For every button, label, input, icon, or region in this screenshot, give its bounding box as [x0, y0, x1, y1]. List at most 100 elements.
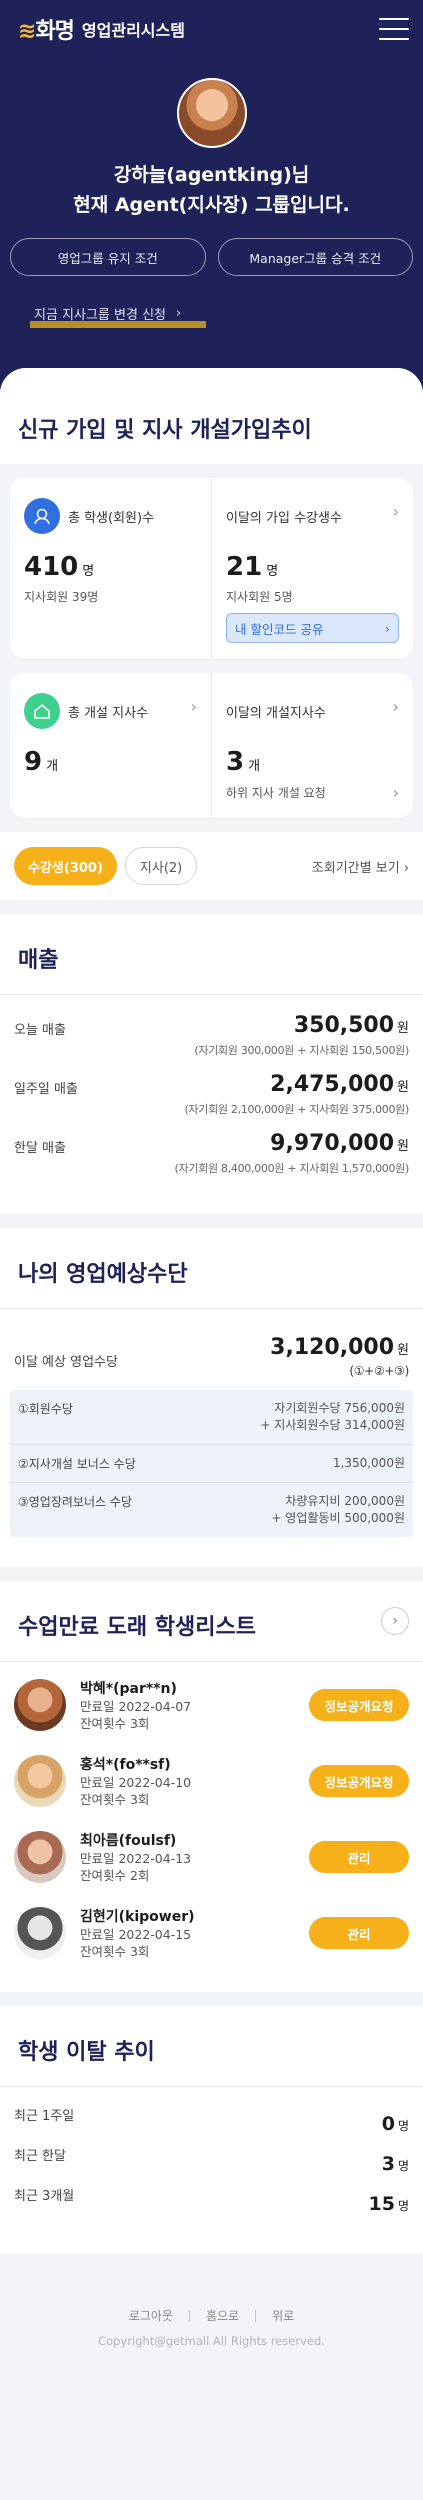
students-list: 박혜*(par**n) 만료일 2022-04-07 잔여횟수 3회 정보공개요…: [0, 1662, 423, 1992]
condition-buttons: 영업그룹 유지 조건 Manager그룹 승격 조건: [0, 238, 423, 276]
month-branch-value: 3: [226, 747, 245, 777]
filter-branch-pill[interactable]: 지사(2): [124, 847, 198, 885]
student-remain: 잔여횟수 2회: [80, 1868, 150, 1883]
total-students-value: 410: [24, 552, 79, 582]
share-code-label: 내 할인코드 공유: [235, 621, 324, 637]
filter-bar: 수강생(300) 지사(2) 조회기간별 보기 ›: [0, 832, 423, 900]
chevron-right-icon: ›: [190, 697, 197, 716]
total-students: 총 학생(회원)수 410 명 지사회원 39명: [10, 478, 211, 659]
student-name: 박혜*(par**n): [80, 1681, 177, 1697]
forecast-item: ③영업장려보너스 수당 차량유지비 200,000원 + 영업활동비 500,00…: [10, 1482, 413, 1537]
month-join-sub: 지사회원 5명: [226, 590, 293, 604]
churn-section: 학생 이탈 추이 최근 1주일 0명 최근 한달 3명 최근 3개월 15 명: [0, 2006, 423, 2253]
menu-icon[interactable]: [379, 18, 409, 40]
student-name: 홍석*(fo**sf): [80, 1757, 171, 1773]
total-students-label: 총 학생(회원)수: [68, 510, 155, 526]
churn-row: 최근 3개월 15 명: [0, 2185, 423, 2225]
signup-title: 신규 가입 및 지사 개설가입추이: [0, 368, 423, 464]
unit: 개: [46, 759, 59, 774]
stats-wrap: 총 학생(회원)수 410 명 지사회원 39명 이달의 가입 수강생수 › 21…: [0, 464, 423, 818]
branch-request-label: 하위 지사 개설 요청: [226, 786, 326, 800]
filter-students-pill[interactable]: 수강생(300): [14, 847, 117, 885]
total-students-sub: 지사회원 39명: [24, 590, 99, 604]
chevron-right-icon: ›: [392, 1613, 398, 1629]
list-item: 박혜*(par**n) 만료일 2022-04-07 잔여횟수 3회 정보공개요…: [14, 1678, 409, 1732]
home-link[interactable]: 홈으로: [206, 2307, 239, 2324]
sales-breakdown: (자기회원 300,000원 + 지사회원 150,500원): [194, 1044, 409, 1057]
unit: 명: [266, 564, 279, 579]
forecast-item: ②지사개설 보너스 수당 1,350,000원: [10, 1444, 413, 1482]
branch-request-link[interactable]: 하위 지사 개설 요청 ›: [226, 783, 399, 802]
logo[interactable]: ≋화명 영업관리시스템: [18, 13, 185, 45]
forecast-amount: 3,120,000: [270, 1335, 395, 1360]
churn-value: 0: [381, 2113, 395, 2135]
list-item: 최아름(foulsf) 만료일 2022-04-13 잔여횟수 2회 관리: [14, 1830, 409, 1884]
student-expire: 만료일 2022-04-15: [80, 1927, 192, 1942]
logout-link[interactable]: 로그아웃: [129, 2307, 173, 2324]
chevron-right-icon: ›: [176, 306, 182, 321]
avatar: [14, 1907, 66, 1959]
manage-button[interactable]: 관리: [309, 1841, 409, 1873]
share-code-button[interactable]: 내 할인코드 공유 ›: [226, 613, 399, 643]
unit: 명: [82, 564, 95, 579]
sales-amount: 350,500: [293, 1013, 395, 1038]
forecast-summary: 이달 예상 영업수당 3,120,000 원 (①+②+③): [0, 1309, 423, 1390]
students-card: 총 학생(회원)수 410 명 지사회원 39명 이달의 가입 수강생수 › 21…: [10, 478, 413, 659]
month-branch[interactable]: 이달의 개설지사수 › 3개 하위 지사 개설 요청 ›: [211, 673, 413, 818]
total-branch-value: 9: [24, 747, 43, 777]
forecast-formula: (①+②+③): [349, 1364, 409, 1378]
chevron-right-icon: ›: [392, 697, 399, 716]
unit: 명: [397, 2159, 409, 2173]
list-item: 김현기(kipower) 만료일 2022-04-15 잔여횟수 3회 관리: [14, 1906, 409, 1960]
unit: 개: [248, 759, 261, 774]
info-request-button[interactable]: 정보공개요청: [309, 1689, 409, 1721]
logo-text: 영업관리시스템: [81, 21, 185, 40]
avatar: [176, 78, 247, 148]
profile: 강하늘(agentking)님 현재 Agent(지사장) 그룹입니다.: [0, 78, 423, 220]
manager-condition-button[interactable]: Manager그룹 승격 조건: [217, 238, 413, 276]
unit: 원: [397, 1021, 409, 1036]
total-branch[interactable]: 총 개설 지사수 › 9개: [10, 673, 211, 818]
forecast-title: 나의 영업예상수단: [18, 1262, 188, 1287]
keep-condition-button[interactable]: 영업그룹 유지 조건: [10, 238, 206, 276]
forecast-item-value: + 영업활동비 500,000원: [271, 1511, 405, 1525]
students-title: 수업만료 도래 학생리스트: [18, 1615, 256, 1640]
churn-label: 최근 3개월: [14, 2189, 75, 2204]
footer: 로그아웃 홈으로 위로 Copyright@getmall All Rights…: [0, 2267, 423, 2378]
month-branch-label: 이달의 개설지사수: [226, 705, 326, 721]
unit: 원: [397, 1343, 409, 1358]
unit: 명: [397, 2199, 409, 2213]
forecast-item: ①회원수당 자기회원수당 756,000원 + 지사회원수당 314,000원: [10, 1390, 413, 1444]
sales-row: 오늘 매출 350,500 원 (자기회원 300,000원 + 지사회원 150…: [0, 1013, 423, 1072]
period-view-link[interactable]: 조회기간별 보기 ›: [312, 857, 409, 876]
student-expire: 만료일 2022-04-13: [80, 1851, 192, 1866]
churn-row: 최근 1주일 0명: [0, 2105, 423, 2145]
chevron-right-icon: ›: [392, 783, 399, 802]
churn-label: 최근 한달: [14, 2149, 66, 2164]
change-group-link[interactable]: 지금 지사그룹 변경 신청 ›: [29, 304, 207, 328]
forecast-item-value: 자기회원수당 756,000원: [274, 1401, 405, 1415]
change-group-label: 지금 지사그룹 변경 신청: [34, 308, 166, 323]
forecast-breakdown: ①회원수당 자기회원수당 756,000원 + 지사회원수당 314,000원 ②…: [10, 1390, 413, 1537]
student-expire: 만료일 2022-04-07: [80, 1699, 192, 1714]
top-bar: ≋화명 영업관리시스템: [0, 0, 423, 58]
sales-row: 한달 매출 9,970,000 원 (자기회원 8,400,000원 + 지사회원…: [0, 1131, 423, 1190]
month-join[interactable]: 이달의 가입 수강생수 › 21 명 지사회원 5명 내 할인코드 공유 ›: [211, 478, 413, 659]
top-link[interactable]: 위로: [272, 2307, 294, 2324]
sales-label: 일주일 매출: [14, 1082, 78, 1097]
churn-title: 학생 이탈 추이: [18, 2040, 155, 2065]
branch-card: 총 개설 지사수 › 9개 이달의 개설지사수 › 3개 하위 지사 개설 요청…: [10, 673, 413, 818]
manage-button[interactable]: 관리: [309, 1917, 409, 1949]
profile-name: 강하늘(agentking)님: [113, 164, 310, 186]
students-more-button[interactable]: ›: [381, 1607, 409, 1635]
profile-group: 현재 Agent(지사장) 그룹입니다.: [73, 194, 350, 216]
churn-value: 3: [381, 2153, 395, 2175]
signup-section: 신규 가입 및 지사 개설가입추이 총 학생(회원)수 410 명 지사회원 39…: [0, 368, 423, 914]
student-remain: 잔여횟수 3회: [80, 1944, 150, 1959]
chevron-right-icon: ›: [392, 502, 399, 521]
forecast-item-value: 차량유지비 200,000원: [285, 1494, 405, 1508]
avatar: [14, 1755, 66, 1807]
student-remain: 잔여횟수 3회: [80, 1716, 150, 1731]
forecast-section: 나의 영업예상수단 이달 예상 영업수당 3,120,000 원 (①+②+③) …: [0, 1228, 423, 1567]
info-request-button[interactable]: 정보공개요청: [309, 1765, 409, 1797]
